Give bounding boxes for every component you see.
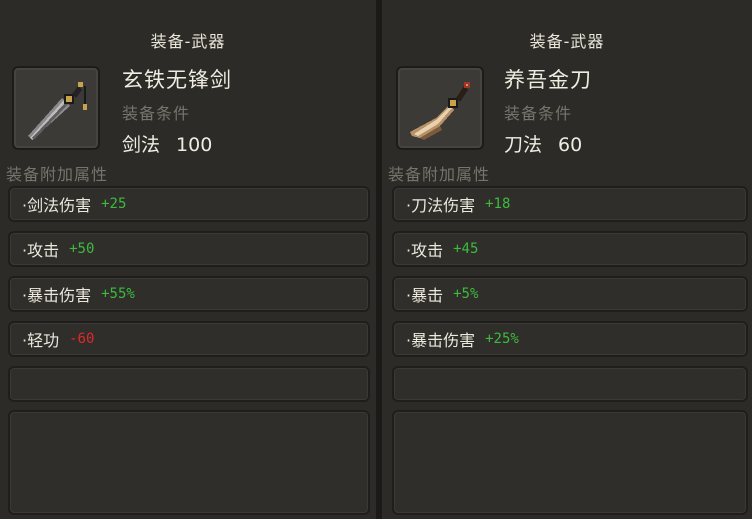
attribute-value: +55% bbox=[101, 286, 135, 302]
attribute-row-empty bbox=[8, 366, 370, 402]
requirement-label: 装备条件 bbox=[504, 104, 573, 123]
requirement-row: 剑法 100 bbox=[122, 130, 212, 157]
attribute-value: +45 bbox=[453, 241, 479, 257]
requirement-skill: 剑法 bbox=[122, 134, 161, 156]
tooltip-title: 装备-武器 bbox=[150, 32, 226, 51]
attribute-value: +25% bbox=[485, 331, 519, 347]
attribute-row: ·暴击伤害 +25% bbox=[392, 321, 748, 357]
requirement-label: 装备条件 bbox=[122, 104, 191, 123]
attribute-row: ·暴击伤害 +55% bbox=[8, 276, 370, 312]
attribute-name: ·暴击伤害 bbox=[406, 331, 476, 350]
item-icon-slot[interactable] bbox=[12, 66, 100, 150]
attribute-list: ·刀法伤害 +18 ·攻击 +45 ·暴击 +5% ·暴击伤害 +25% bbox=[392, 186, 748, 411]
attribute-row: ·刀法伤害 +18 bbox=[392, 186, 748, 222]
attribute-row: ·暴击 +5% bbox=[392, 276, 748, 312]
requirement-value: 60 bbox=[558, 134, 583, 156]
item-name: 玄铁无锋剑 bbox=[122, 68, 232, 92]
requirement-row: 刀法 60 bbox=[504, 130, 582, 157]
attribute-row: ·剑法伤害 +25 bbox=[8, 186, 370, 222]
description-box bbox=[8, 410, 370, 515]
item-name: 养吾金刀 bbox=[504, 68, 592, 92]
attribute-value: +5% bbox=[453, 286, 479, 302]
requirement-value: 100 bbox=[176, 134, 213, 156]
attribute-name: ·刀法伤害 bbox=[406, 196, 476, 215]
attribute-row: ·攻击 +45 bbox=[392, 231, 748, 267]
attribute-name: ·暴击 bbox=[406, 286, 444, 305]
requirement-skill: 刀法 bbox=[504, 134, 543, 156]
item-tooltip-left: 装备-武器 玄铁无锋剑 装备条件 剑法 100 装备附加属性 ·剑法伤害 +25 bbox=[0, 0, 376, 519]
item-icon-slot[interactable] bbox=[396, 66, 484, 150]
attribute-value: +25 bbox=[101, 196, 127, 212]
attribute-row-empty bbox=[392, 366, 748, 402]
attribute-row: ·轻功 -60 bbox=[8, 321, 370, 357]
description-box bbox=[392, 410, 748, 515]
tooltip-title: 装备-武器 bbox=[529, 32, 605, 51]
attribute-row: ·攻击 +50 bbox=[8, 231, 370, 267]
item-tooltip-right: 装备-武器 养吾金刀 装备条件 刀法 60 装备附加属性 ·刀法伤害 +18 ·攻… bbox=[382, 0, 752, 519]
attribute-value: +50 bbox=[69, 241, 95, 257]
attributes-label: 装备附加属性 bbox=[6, 165, 109, 184]
attribute-list: ·剑法伤害 +25 ·攻击 +50 ·暴击伤害 +55% ·轻功 -60 bbox=[8, 186, 370, 411]
attribute-name: ·剑法伤害 bbox=[22, 196, 92, 215]
attribute-name: ·攻击 bbox=[22, 241, 60, 260]
attribute-name: ·轻功 bbox=[22, 331, 60, 350]
blade-icon bbox=[410, 82, 470, 140]
attribute-value: +18 bbox=[485, 196, 511, 212]
sword-icon bbox=[28, 82, 87, 140]
attribute-name: ·暴击伤害 bbox=[22, 286, 92, 305]
attribute-value: -60 bbox=[69, 331, 95, 347]
attributes-label: 装备附加属性 bbox=[388, 165, 491, 184]
attribute-name: ·攻击 bbox=[406, 241, 444, 260]
